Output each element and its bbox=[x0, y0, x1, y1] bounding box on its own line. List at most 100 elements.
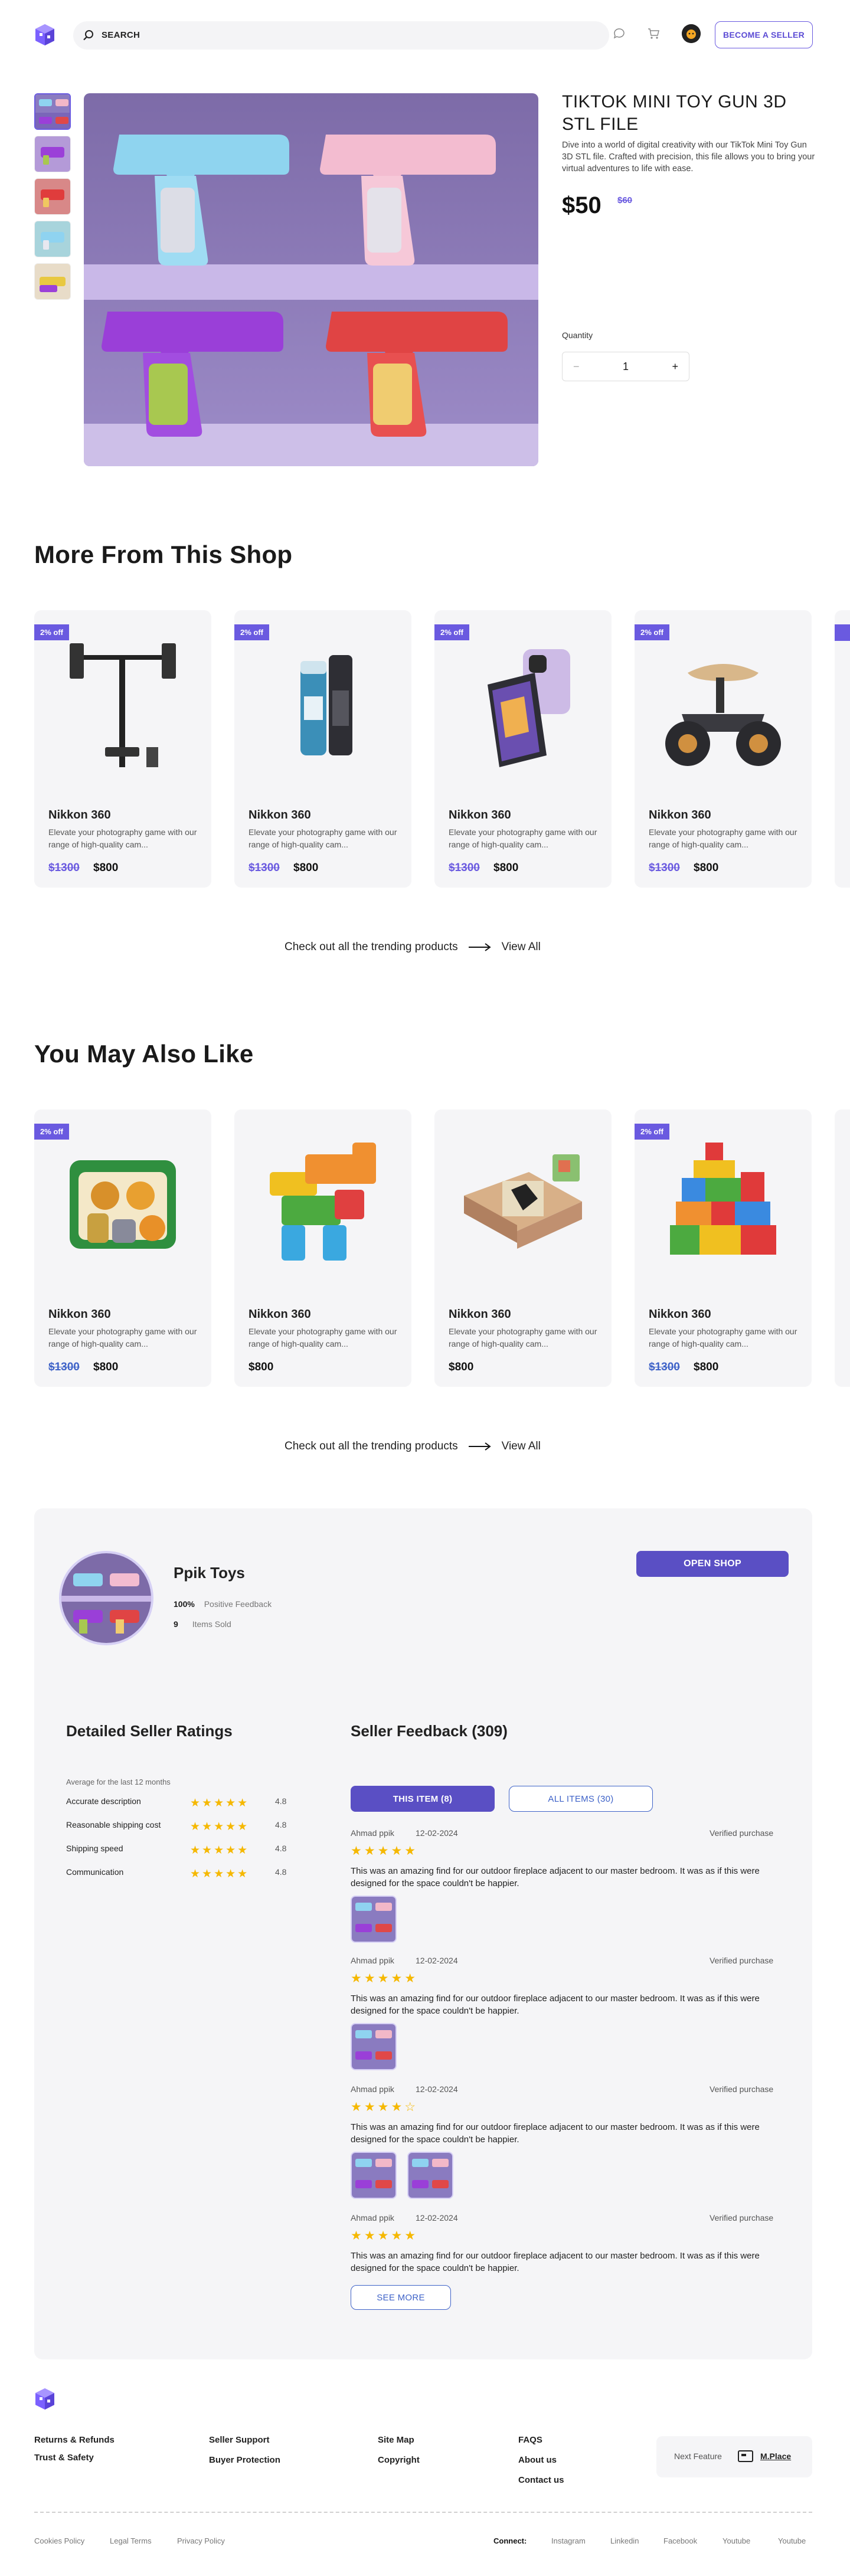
thumbnail-1[interactable] bbox=[34, 93, 71, 130]
user-avatar[interactable] bbox=[682, 24, 701, 43]
footer-link[interactable]: Contact us bbox=[518, 2475, 564, 2485]
reviewer-name: Ahmad ppik bbox=[351, 2213, 394, 2223]
next-feature-box[interactable]: Next Feature M.Place bbox=[656, 2436, 812, 2477]
footer-link[interactable]: About us bbox=[518, 2455, 557, 2465]
instagram-link[interactable]: Instagram bbox=[551, 2536, 586, 2545]
discount-badge bbox=[835, 624, 850, 641]
price: $800 bbox=[694, 862, 719, 874]
linkedin-link[interactable]: Linkedin bbox=[610, 2536, 639, 2545]
product-image bbox=[300, 655, 352, 755]
view-all-link[interactable]: View All bbox=[502, 941, 541, 954]
old-price: $1300 bbox=[48, 862, 80, 874]
youtube-link[interactable]: Youtube bbox=[778, 2536, 806, 2545]
footer-link[interactable]: Seller Support bbox=[209, 2435, 270, 2445]
feedback-title: Seller Feedback (309) bbox=[351, 1722, 508, 1740]
more-from-shop-title: More From This Shop bbox=[34, 541, 293, 568]
facebook-link[interactable]: Facebook bbox=[663, 2536, 697, 2545]
product-card[interactable]: 2% off Nikkon 360 Elevate your photograp… bbox=[635, 1109, 812, 1387]
review-image[interactable] bbox=[351, 2152, 397, 2199]
product-card[interactable]: 2% off Nikkon 360 Elevate your photograp… bbox=[34, 610, 211, 888]
tab-all-items[interactable]: ALL ITEMS (30) bbox=[509, 1786, 653, 1812]
product-card-partial[interactable] bbox=[835, 1109, 850, 1387]
old-price: $1300 bbox=[48, 1361, 80, 1373]
review-date: 12-02-2024 bbox=[416, 2213, 458, 2223]
product-main-image[interactable] bbox=[84, 93, 538, 466]
footer-logo-icon[interactable] bbox=[34, 2388, 55, 2410]
product-image bbox=[70, 1160, 176, 1249]
price: $800 bbox=[694, 1361, 719, 1373]
old-price: $1300 bbox=[449, 862, 480, 874]
legal-terms-link[interactable]: Legal Terms bbox=[110, 2536, 152, 2545]
review-text: This was an amazing find for our outdoor… bbox=[351, 1994, 760, 2016]
reviewer-name: Ahmad ppik bbox=[351, 2084, 394, 2094]
youtube-link[interactable]: Youtube bbox=[722, 2536, 750, 2545]
chat-icon[interactable] bbox=[613, 27, 626, 40]
product-card[interactable]: Nikkon 360 Elevate your photography game… bbox=[434, 1109, 612, 1387]
review-image[interactable] bbox=[351, 1896, 397, 1943]
review-image[interactable] bbox=[351, 2023, 397, 2070]
quantity-minus-button[interactable]: − bbox=[573, 361, 580, 373]
rating-label: Accurate description bbox=[66, 1796, 141, 1806]
quantity-label: Quantity bbox=[562, 330, 593, 340]
review-image[interactable] bbox=[407, 2152, 453, 2199]
product-description: Elevate your photography game with our r… bbox=[48, 1327, 197, 1348]
logo-icon[interactable] bbox=[34, 24, 55, 46]
product-card[interactable]: 2% off Nikkon 360 Elevate your photograp… bbox=[234, 610, 411, 888]
footer-link[interactable]: Trust & Safety bbox=[34, 2453, 94, 2463]
ratings-title: Detailed Seller Ratings bbox=[66, 1722, 233, 1740]
reviewer-name: Ahmad ppik bbox=[351, 1956, 394, 1965]
verified-purchase: Verified purchase bbox=[710, 1828, 774, 1838]
old-price: $1300 bbox=[249, 862, 280, 874]
product-card[interactable]: Nikkon 360 Elevate your photography game… bbox=[234, 1109, 411, 1387]
search-bar[interactable]: SEARCH bbox=[73, 21, 609, 50]
thumbnail-2[interactable] bbox=[34, 136, 71, 172]
tab-this-item[interactable]: THIS ITEM (8) bbox=[351, 1786, 495, 1812]
product-old-price: $60 bbox=[617, 195, 633, 205]
product-description: Elevate your photography game with our r… bbox=[649, 827, 797, 849]
feedback-value: 100% bbox=[174, 1599, 195, 1609]
become-seller-button[interactable]: BECOME A SELLER bbox=[715, 21, 813, 48]
trending-text: Check out all the trending products bbox=[285, 1440, 458, 1452]
review-text: This was an amazing find for our outdoor… bbox=[351, 2122, 760, 2145]
product-card-partial[interactable] bbox=[835, 610, 850, 888]
see-more-button[interactable]: SEE MORE bbox=[351, 2285, 451, 2310]
site-header: SEARCH BECOME A SELLER bbox=[0, 0, 850, 70]
review-date: 12-02-2024 bbox=[416, 1828, 458, 1838]
product-description: Elevate your photography game with our r… bbox=[649, 1327, 797, 1348]
product-name: Nikkon 360 bbox=[449, 1308, 511, 1321]
footer-divider bbox=[34, 2512, 812, 2513]
footer-link[interactable]: FAQS bbox=[518, 2435, 542, 2445]
product-name: Nikkon 360 bbox=[249, 809, 311, 821]
trending-link[interactable]: Check out all the trending products View… bbox=[285, 941, 541, 954]
quantity-plus-button[interactable]: + bbox=[672, 361, 678, 373]
cookies-policy-link[interactable]: Cookies Policy bbox=[34, 2536, 84, 2545]
trending-link[interactable]: Check out all the trending products View… bbox=[285, 1440, 541, 1453]
shop-avatar[interactable] bbox=[59, 1551, 153, 1645]
rating-label: Shipping speed bbox=[66, 1844, 123, 1853]
footer-link[interactable]: Returns & Refunds bbox=[34, 2435, 115, 2445]
product-name: Nikkon 360 bbox=[48, 809, 111, 821]
seller-panel bbox=[34, 1508, 812, 2359]
search-icon[interactable] bbox=[81, 28, 96, 42]
product-card[interactable]: 2% off Nikkon 360 Elevate your photograp… bbox=[34, 1109, 211, 1387]
star-rating-icon: ★★★★★ bbox=[190, 1797, 250, 1809]
quantity-value[interactable]: 1 bbox=[623, 361, 629, 373]
cart-icon[interactable] bbox=[647, 27, 660, 40]
search-input[interactable]: SEARCH bbox=[102, 30, 140, 40]
mplace-link[interactable]: M.Place bbox=[760, 2451, 791, 2461]
footer-link[interactable]: Buyer Protection bbox=[209, 2455, 280, 2465]
rating-value: 4.8 bbox=[275, 1844, 287, 1853]
thumbnail-4[interactable] bbox=[34, 221, 71, 257]
thumbnail-3[interactable] bbox=[34, 178, 71, 215]
thumbnail-5[interactable] bbox=[34, 263, 71, 300]
open-shop-button[interactable]: OPEN SHOP bbox=[636, 1551, 789, 1577]
ratings-period: Average for the last 12 months bbox=[66, 1778, 171, 1786]
product-description: Elevate your photography game with our r… bbox=[249, 827, 397, 849]
product-card[interactable]: 2% off Nikkon 360 Elevate your photograp… bbox=[434, 610, 612, 888]
rating-row: Reasonable shipping cost ★★★★★ 4.8 bbox=[66, 1820, 290, 1833]
product-card[interactable]: 2% off Nikkon 360 Elevate your photograp… bbox=[635, 610, 812, 888]
footer-link[interactable]: Copyright bbox=[378, 2455, 420, 2465]
privacy-policy-link[interactable]: Privacy Policy bbox=[177, 2536, 225, 2545]
footer-link[interactable]: Site Map bbox=[378, 2435, 414, 2445]
view-all-link[interactable]: View All bbox=[502, 1440, 541, 1453]
